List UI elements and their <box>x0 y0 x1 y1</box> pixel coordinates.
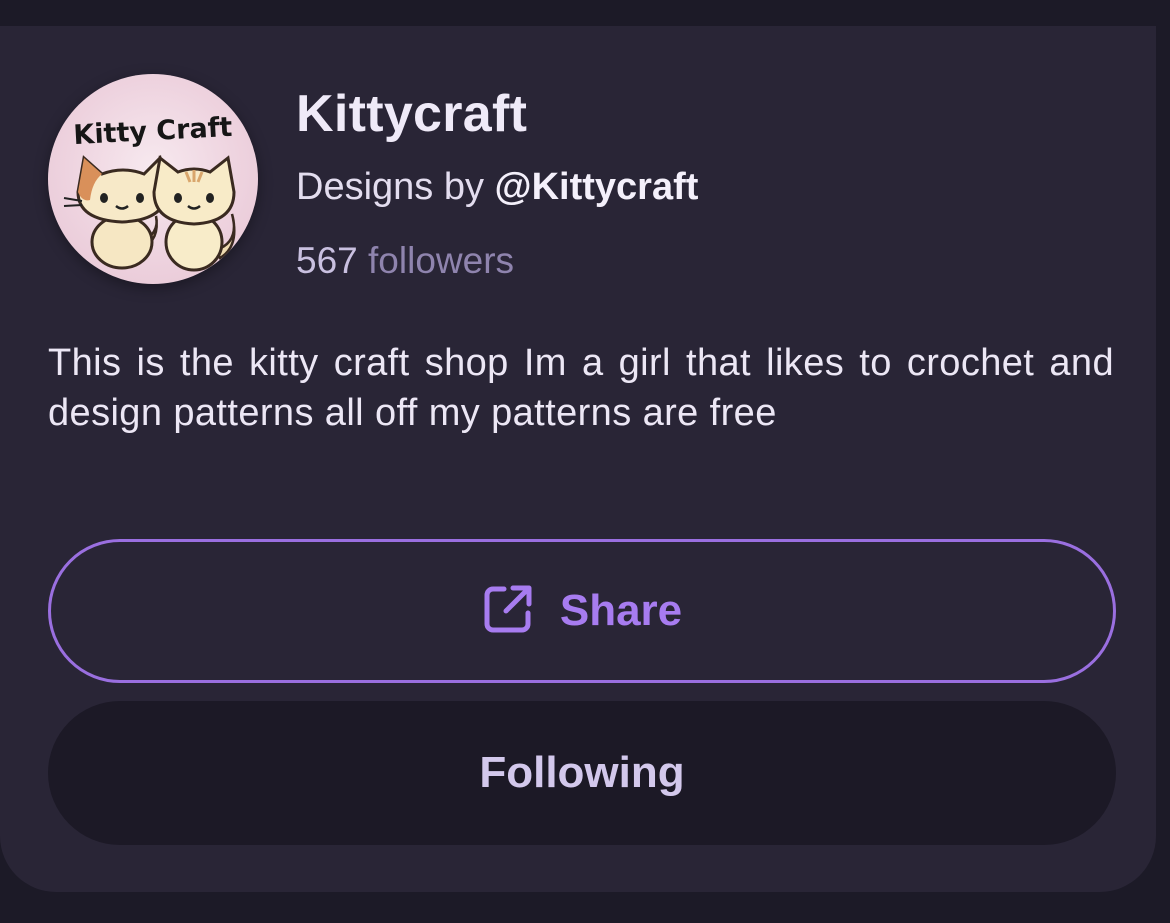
external-share-icon <box>482 583 534 640</box>
follower-count-label: followers <box>368 240 515 281</box>
shop-name: Kittycraft <box>296 85 528 143</box>
shop-bio: This is the kitty craft shop Im a girl t… <box>48 342 1114 434</box>
top-bar <box>0 0 1170 26</box>
kitty-craft-logo-icon: Kitty Craft <box>63 112 236 272</box>
follower-count-number: 567 <box>296 240 358 281</box>
shop-avatar[interactable]: Kitty Craft <box>48 74 258 284</box>
svg-text:Kitty Craft: Kitty Craft <box>73 112 233 151</box>
designer-byline: Designs by @Kittycraft <box>296 166 698 209</box>
following-button-label: Following <box>479 748 685 797</box>
card-edge <box>1156 26 1170 923</box>
follower-count[interactable]: 567 followers <box>296 240 514 282</box>
share-button[interactable]: Share <box>48 539 1116 683</box>
following-button[interactable]: Following <box>48 701 1116 845</box>
designer-handle-link[interactable]: @Kittycraft <box>495 166 699 208</box>
byline-prefix: Designs by <box>296 166 495 208</box>
share-button-label: Share <box>559 586 683 635</box>
